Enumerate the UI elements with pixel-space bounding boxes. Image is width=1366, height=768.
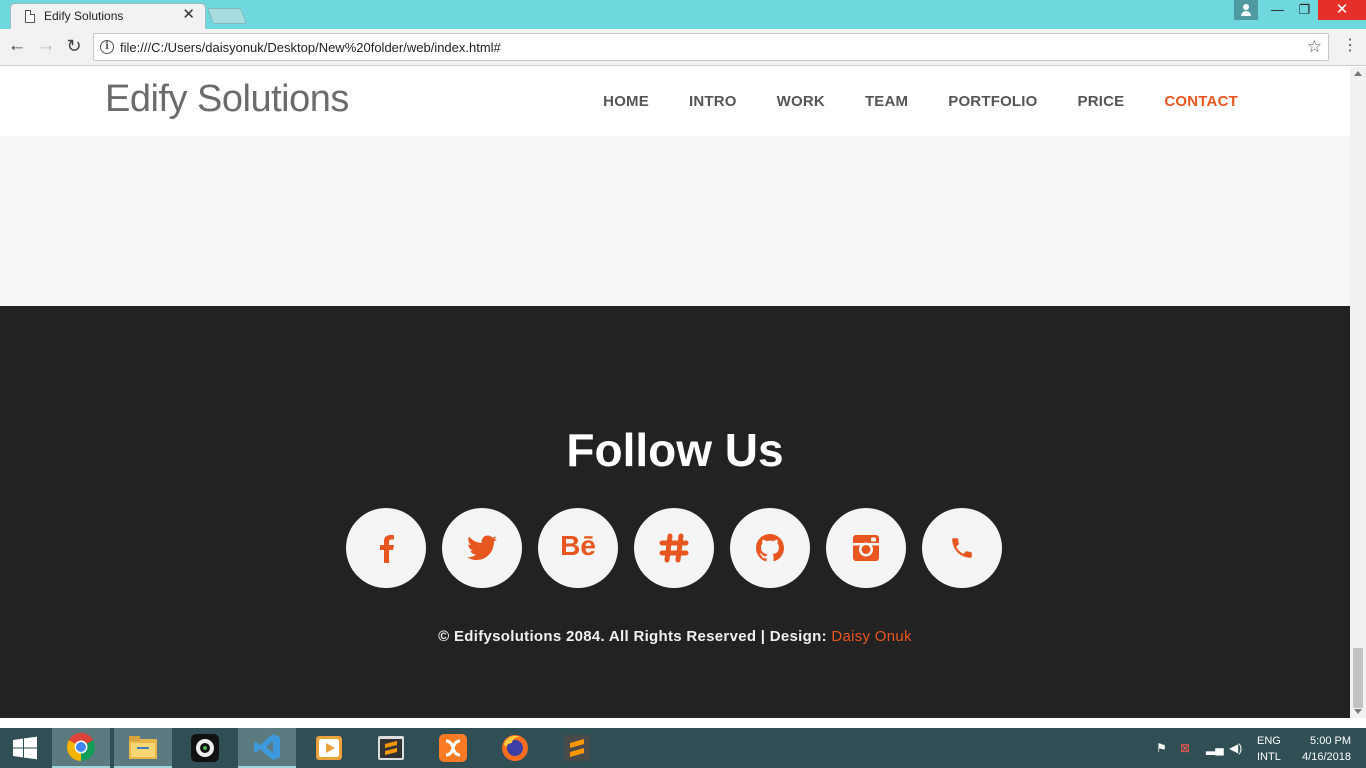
forward-arrow-icon[interactable]: →	[35, 35, 57, 59]
scroll-up-arrow-icon[interactable]	[1354, 71, 1362, 76]
signal-icon[interactable]: ▂▄	[1206, 741, 1224, 755]
browser-tab[interactable]: Edify Solutions ✕	[10, 3, 206, 29]
new-tab-button[interactable]	[207, 8, 247, 24]
nav-contact[interactable]: CONTACT	[1164, 93, 1238, 110]
media-app-icon[interactable]	[176, 728, 234, 768]
nav-price[interactable]: PRICE	[1078, 93, 1125, 110]
back-arrow-icon[interactable]: ←	[6, 35, 28, 59]
nav-intro[interactable]: INTRO	[689, 93, 737, 110]
flag-icon[interactable]: ⚑	[1156, 741, 1167, 755]
address-bar[interactable]: i file:///C:/Users/daisyonuk/Desktop/New…	[93, 33, 1329, 61]
designer-link[interactable]: Daisy Onuk	[831, 628, 912, 645]
copyright-text: © Edifysolutions 2084. All Rights Reserv…	[0, 628, 1350, 645]
site-footer: Follow Us Bē © Edifysolutions 2084. All …	[0, 306, 1350, 718]
firefox-icon[interactable]	[486, 728, 544, 768]
nav-portfolio[interactable]: PORTFOLIO	[948, 93, 1037, 110]
xampp-icon[interactable]	[424, 728, 482, 768]
twitter-icon[interactable]	[442, 508, 522, 588]
behance-label: Bē	[560, 530, 596, 561]
sublime-text-icon[interactable]	[362, 728, 420, 768]
video-player-icon[interactable]	[300, 728, 358, 768]
behance-icon[interactable]: Bē	[538, 508, 618, 588]
file-explorer-icon[interactable]	[114, 728, 172, 768]
bookmark-star-icon[interactable]: ☆	[1307, 37, 1322, 57]
site-logo[interactable]: Edify Solutions	[105, 78, 349, 121]
tab-title: Edify Solutions	[44, 9, 124, 23]
copyright-label: © Edifysolutions 2084. All Rights Reserv…	[438, 628, 832, 645]
language-code: ENG	[1257, 735, 1281, 747]
nav-home[interactable]: HOME	[603, 93, 649, 110]
clock-date: 4/16/2018	[1302, 751, 1351, 763]
phone-icon[interactable]	[922, 508, 1002, 588]
nav-work[interactable]: WORK	[777, 93, 825, 110]
github-icon[interactable]	[730, 508, 810, 588]
minimize-button[interactable]: —	[1264, 0, 1291, 20]
language-indicator[interactable]: ENG INTL	[1257, 733, 1281, 765]
document-icon	[25, 10, 35, 23]
chrome-icon[interactable]	[52, 728, 110, 768]
browser-menu-icon[interactable]: ⋮	[1342, 36, 1358, 56]
page-bottom-edge	[0, 718, 1366, 728]
browser-toolbar: ← → ↻ i file:///C:/Users/daisyonuk/Deskt…	[0, 29, 1366, 66]
sublime-text-alt-icon[interactable]	[548, 728, 606, 768]
scroll-down-arrow-icon[interactable]	[1354, 709, 1362, 714]
page-scrollbar[interactable]	[1350, 67, 1366, 718]
window-controls: — ❐ ✕	[1234, 0, 1366, 20]
windows-start-icon[interactable]	[0, 728, 50, 768]
maximize-button[interactable]: ❐	[1291, 0, 1318, 20]
clock-time: 5:00 PM	[1310, 735, 1351, 747]
site-header: Edify Solutions HOME INTRO WORK TEAM POR…	[0, 67, 1350, 136]
scroll-thumb[interactable]	[1353, 648, 1363, 708]
info-icon[interactable]: i	[100, 40, 114, 54]
main-nav: HOME INTRO WORK TEAM PORTFOLIO PRICE CON…	[603, 93, 1238, 110]
tab-close-icon[interactable]: ✕	[182, 7, 195, 23]
keyboard-layout: INTL	[1257, 751, 1281, 763]
user-profile-icon[interactable]	[1234, 0, 1258, 20]
contact-section	[0, 136, 1350, 306]
page-viewport: Edify Solutions HOME INTRO WORK TEAM POR…	[0, 67, 1350, 718]
volume-icon[interactable]: ◀)	[1229, 741, 1242, 755]
network-warning-icon[interactable]: ⊠	[1180, 741, 1190, 755]
system-clock[interactable]: 5:00 PM 4/16/2018	[1297, 733, 1351, 765]
nav-team[interactable]: TEAM	[865, 93, 908, 110]
social-links: Bē	[346, 508, 1002, 588]
facebook-icon[interactable]	[346, 508, 426, 588]
windows-taskbar: ⚑ ⊠ ▂▄ ◀) ENG INTL 5:00 PM 4/16/2018	[0, 728, 1366, 768]
reload-icon[interactable]: ↻	[63, 35, 85, 59]
url-text[interactable]: file:///C:/Users/daisyonuk/Desktop/New%2…	[120, 40, 501, 55]
visual-studio-icon[interactable]	[238, 728, 296, 768]
browser-tab-strip: Edify Solutions ✕ — ❐ ✕	[0, 0, 1366, 29]
slack-icon[interactable]	[634, 508, 714, 588]
follow-us-heading: Follow Us	[566, 424, 784, 476]
instagram-icon[interactable]	[826, 508, 906, 588]
close-window-button[interactable]: ✕	[1318, 0, 1366, 20]
